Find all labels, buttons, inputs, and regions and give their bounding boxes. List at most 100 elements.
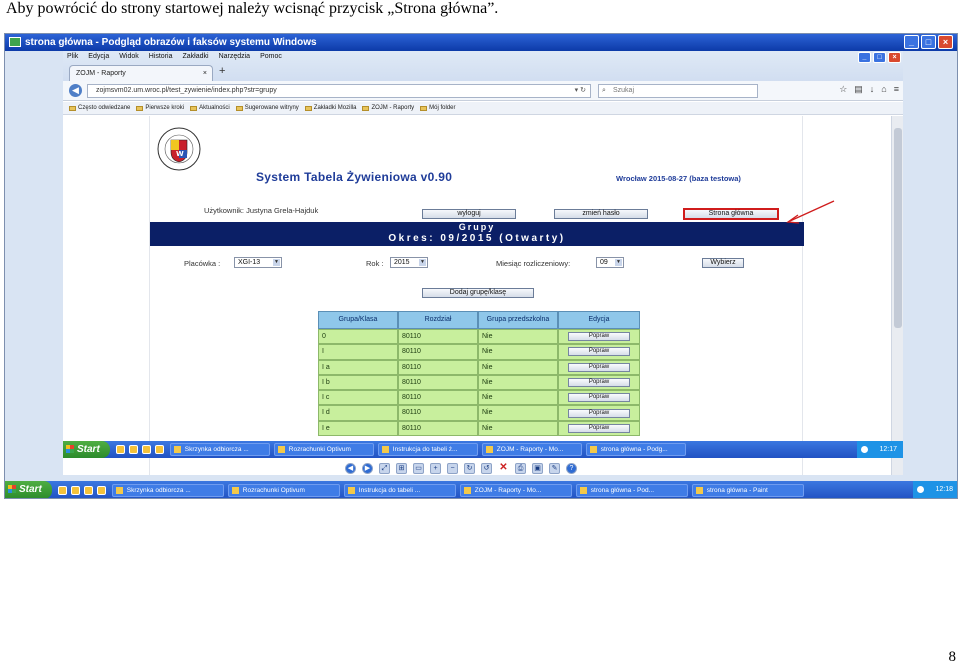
bookmark-item[interactable]: Aktualności	[190, 102, 230, 114]
taskbar-item[interactable]: strona główna - Paint	[691, 483, 804, 497]
folder-icon	[69, 105, 76, 111]
svg-text:W: W	[176, 150, 184, 158]
browser-minimize-button[interactable]: _	[858, 52, 871, 63]
change-password-button[interactable]: zmień hasło	[554, 209, 648, 219]
taskbar-item[interactable]: Rozrachunki Optivum	[273, 443, 374, 456]
taskbar-item[interactable]: Rozrachunki Optivum	[227, 483, 340, 497]
rok-select[interactable]: 2015 ▼	[390, 257, 428, 268]
tab-close-icon[interactable]: ×	[203, 66, 207, 81]
taskbar-item[interactable]: Skrzynka odbiorcza ...	[111, 483, 224, 497]
scrollbar-thumb[interactable]	[894, 128, 902, 328]
url-bar[interactable]: zojmsvm02.um.wroc.pl/test_zywienie/index…	[87, 84, 591, 98]
add-group-button[interactable]: Dodaj grupę/klasę	[422, 288, 534, 298]
download-icon[interactable]: ↓	[870, 84, 875, 95]
new-tab-icon[interactable]: +	[219, 65, 225, 77]
rotate-cw-icon[interactable]: ↻	[464, 462, 475, 474]
taskbar-item[interactable]: ZOJM - Raporty - Mo...	[459, 483, 572, 497]
app-icon	[381, 446, 389, 453]
close-button[interactable]: ×	[938, 35, 953, 49]
window-controls: _ □ ×	[904, 35, 953, 49]
quick-launch-icon[interactable]	[115, 445, 125, 454]
browser-maximize-button[interactable]: □	[873, 52, 886, 63]
edit-icon[interactable]: ✎	[549, 462, 560, 474]
reading-list-icon[interactable]: ▤	[854, 84, 863, 95]
edit-button[interactable]: Popraw	[568, 408, 630, 418]
help-icon[interactable]: ?	[566, 462, 577, 474]
miesiac-select[interactable]: 09 ▼	[596, 257, 624, 268]
menu-historia[interactable]: Historia	[149, 53, 173, 60]
bookmark-item[interactable]: Zakładki Mozilla	[304, 102, 356, 114]
taskbar-item[interactable]: strona główna - Podg...	[585, 443, 686, 456]
header-grupa: Grupa/Klasa	[318, 311, 398, 329]
back-arrow-icon[interactable]: ◀	[69, 84, 82, 97]
taskbar-item[interactable]: Instrukcja do tabeli ...	[343, 483, 456, 497]
cell-grupa: I	[318, 344, 398, 360]
taskbar-item[interactable]: Skrzynka odbiorcza ...	[169, 443, 270, 456]
quick-launch-icon[interactable]	[70, 485, 80, 495]
task-label: Skrzynka odbiorcza ...	[126, 486, 191, 494]
slideshow-icon[interactable]: ▭	[413, 462, 424, 474]
edit-button[interactable]: Popraw	[568, 378, 630, 388]
page-scrollbar[interactable]	[891, 116, 903, 475]
bookmark-item[interactable]: Pierwsze kroki	[136, 102, 184, 114]
taskbar-item[interactable]: Instrukcja do tabeli ż...	[377, 443, 478, 456]
rotate-ccw-icon[interactable]: ↺	[481, 462, 492, 474]
actual-size-icon[interactable]: ⊞	[396, 462, 407, 474]
bookmarks-bar: Często odwiedzane Pierwsze kroki Aktualn…	[63, 102, 903, 115]
next-image-icon[interactable]: ▶	[362, 462, 373, 474]
zoom-out-icon[interactable]: −	[447, 462, 458, 474]
inner-start-button[interactable]: Start	[63, 441, 110, 458]
menu-zakladki[interactable]: Zakładki	[182, 53, 208, 60]
edit-button[interactable]: Popraw	[568, 347, 630, 357]
reload-icon[interactable]: ▾ ↻	[575, 85, 586, 97]
menu-narzedzia[interactable]: Narzędzia	[219, 53, 251, 60]
quick-launch-icon[interactable]	[57, 485, 67, 495]
tray-icon[interactable]	[861, 446, 869, 453]
browser-tab[interactable]: ZOJM - Raporty ×	[69, 65, 213, 81]
zoom-in-icon[interactable]: +	[430, 462, 441, 474]
menu-widok[interactable]: Widok	[119, 53, 138, 60]
quick-launch-icon[interactable]	[141, 445, 151, 454]
menu-edycja[interactable]: Edycja	[88, 53, 109, 60]
quick-launch-icon[interactable]	[128, 445, 138, 454]
placowka-select[interactable]: XGI-13 ▼	[234, 257, 282, 268]
edit-button[interactable]: Popraw	[568, 393, 630, 403]
placowka-label: Placówka :	[184, 259, 221, 268]
save-icon[interactable]: ▣	[532, 462, 543, 474]
delete-icon[interactable]: ✕	[498, 462, 509, 474]
taskbar-item[interactable]: ZOJM - Raporty - Mo...	[481, 443, 582, 456]
quick-launch-icon[interactable]	[83, 485, 93, 495]
maximize-button[interactable]: □	[921, 35, 936, 49]
browser-close-button[interactable]: ×	[888, 52, 901, 63]
bookmark-item[interactable]: ZOJM - Raporty	[362, 102, 414, 114]
logout-button[interactable]: wyloguj	[422, 209, 516, 219]
quick-launch-icon[interactable]	[96, 485, 106, 495]
outer-start-button[interactable]: Start	[5, 481, 52, 498]
edit-button[interactable]: Popraw	[568, 423, 630, 433]
tray-icon[interactable]	[917, 486, 925, 493]
edit-button[interactable]: Popraw	[568, 362, 630, 372]
bookmark-item[interactable]: Mój folder	[420, 102, 455, 114]
menu-plik[interactable]: Plik	[67, 53, 78, 60]
search-input[interactable]: ⌕ Szukaj	[598, 84, 758, 98]
taskbar-item[interactable]: strona główna - Pod...	[575, 483, 688, 497]
hamburger-menu-icon[interactable]: ≡	[894, 84, 899, 95]
minimize-button[interactable]: _	[904, 35, 919, 49]
print-icon[interactable]: ⎙	[515, 462, 526, 474]
app-icon	[463, 486, 471, 494]
choose-button[interactable]: Wybierz	[702, 258, 744, 268]
cell-przedszkolna: Nie	[478, 420, 558, 437]
edit-button[interactable]: Popraw	[568, 332, 630, 342]
menu-pomoc[interactable]: Pomoc	[260, 53, 282, 60]
bookmark-star-icon[interactable]: ☆	[839, 84, 847, 95]
best-fit-icon[interactable]: ⤢	[379, 462, 390, 474]
home-icon[interactable]: ⌂	[881, 84, 886, 95]
previous-image-icon[interactable]: ◀	[345, 462, 356, 474]
cell-edycja: Popraw	[558, 390, 640, 406]
bookmark-item[interactable]: Często odwiedzane	[69, 102, 130, 114]
document-caption: Aby powrócić do strony startowej należy …	[6, 0, 499, 17]
quick-launch	[52, 485, 112, 495]
bookmark-item[interactable]: Sugerowane witryny	[235, 102, 299, 114]
quick-launch-icon[interactable]	[154, 445, 164, 454]
home-page-button[interactable]: Strona główna	[683, 208, 779, 220]
